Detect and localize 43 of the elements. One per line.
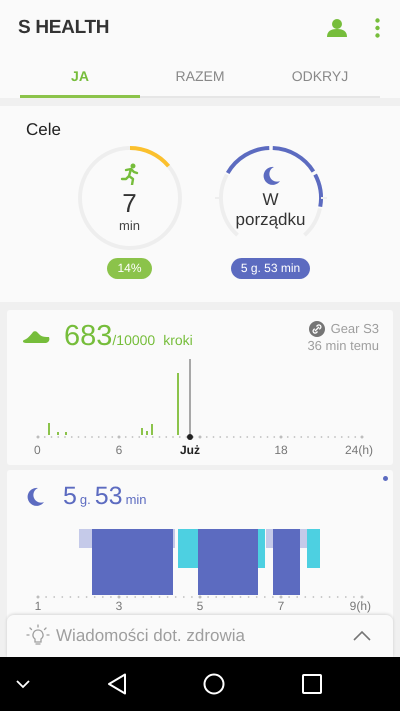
axis-label: 7: [278, 599, 284, 613]
goal-value: 7: [122, 188, 137, 218]
caret-up-icon[interactable]: [353, 631, 371, 641]
indicator-dot: [383, 476, 388, 481]
home-icon[interactable]: [203, 673, 226, 695]
app-title: S HEALTH: [18, 17, 110, 39]
recents-icon[interactable]: [302, 674, 322, 694]
axis-label: 24(h): [344, 443, 373, 457]
shoe-icon: [22, 329, 50, 345]
chevron-down-icon[interactable]: [16, 680, 30, 688]
axis-label: Już: [180, 443, 200, 457]
steps-count: 683: [64, 320, 112, 353]
tab[interactable]: JA: [20, 56, 140, 98]
axis-label: 5: [196, 599, 204, 613]
axis-label: 3: [116, 599, 122, 613]
axis-label: 6: [116, 443, 122, 457]
device-name: Gear S3: [330, 320, 379, 337]
tab[interactable]: RAZEM: [140, 56, 260, 98]
back-icon[interactable]: [106, 673, 127, 695]
running-figure-icon: [119, 163, 140, 185]
duration-badge: 5 g. 53 min: [230, 258, 310, 279]
axis-label: 1: [34, 599, 42, 613]
progress-arc: [129, 146, 170, 168]
tab[interactable]: ODKRYJ: [260, 56, 380, 98]
moon-icon: [260, 166, 280, 186]
minutes-unit: min: [126, 492, 147, 507]
sync-time: 36 min temu: [307, 337, 379, 354]
link-icon: [308, 320, 325, 336]
section-title: Cele: [25, 120, 62, 140]
news-panel[interactable]: Wiadomości dot. zdrowia: [7, 615, 393, 657]
sleep-status: W porządku: [234, 190, 306, 230]
steps-unit: kroki: [163, 332, 193, 348]
axis-label: 18: [274, 443, 288, 457]
axis-label: 0: [34, 443, 41, 457]
goal-unit: min: [119, 218, 140, 233]
sleep-hours: 5: [63, 482, 77, 511]
steps-goal: /10000: [112, 332, 156, 348]
axis-label: 9(h): [350, 599, 371, 613]
percent-badge: 14%: [107, 258, 152, 279]
sleep-minutes: 53: [94, 482, 123, 511]
hours-unit: g.: [80, 492, 91, 507]
news-title: Wiadomości dot. zdrowia: [56, 626, 246, 646]
moon-icon: [25, 486, 45, 506]
